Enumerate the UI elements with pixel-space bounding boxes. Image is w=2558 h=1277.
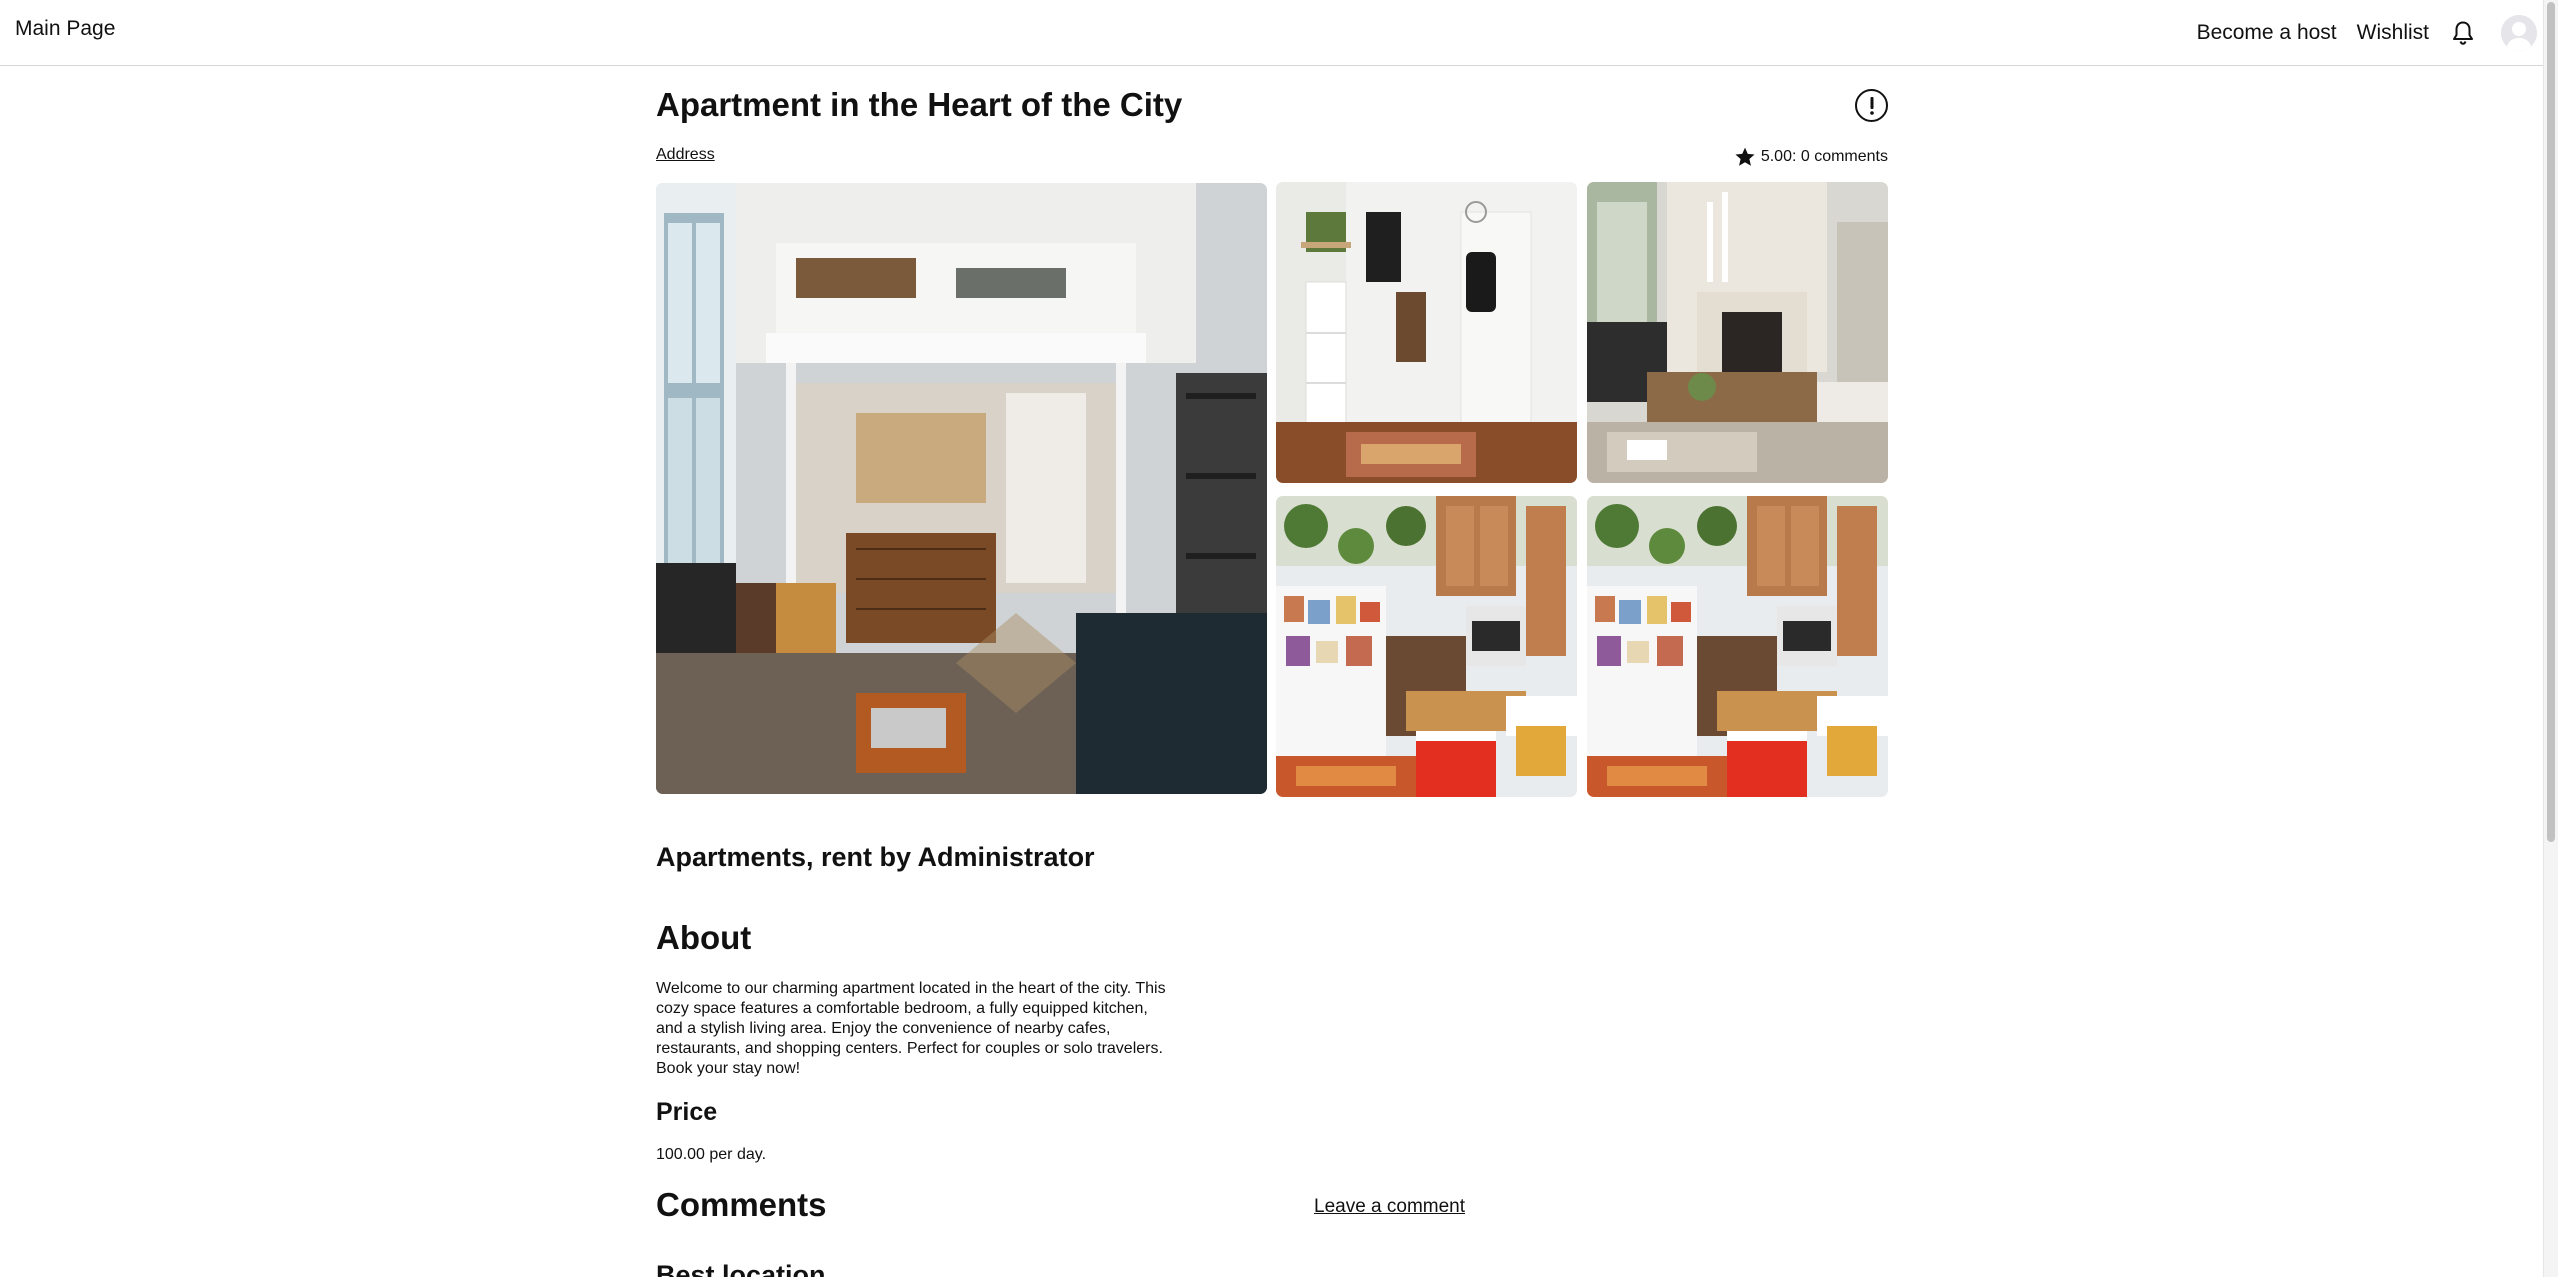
living-room-photo[interactable] xyxy=(1587,182,1888,483)
kitchen-photo[interactable] xyxy=(1276,496,1577,797)
wishlist-link[interactable]: Wishlist xyxy=(2357,21,2429,45)
best-location-heading: Best location xyxy=(656,1260,826,1277)
comments-heading: Comments xyxy=(656,1186,827,1223)
listing-subtitle: Apartments, rent by Administrator xyxy=(656,842,1095,872)
top-navigation-bar: Main Page Become a host Wishlist xyxy=(0,0,2543,66)
scrollbar-thumb[interactable] xyxy=(2547,2,2555,842)
kitchen-photo[interactable] xyxy=(1587,496,1888,797)
about-heading: About xyxy=(656,919,752,956)
bell-icon[interactable] xyxy=(2449,19,2477,47)
rating-text: 5.00: 0 comments xyxy=(1760,148,1888,165)
leave-comment-link[interactable]: Leave a comment xyxy=(1314,1196,1465,1218)
photo-gallery xyxy=(656,182,1888,797)
address-link[interactable]: Address xyxy=(656,146,715,164)
page-scrollbar[interactable] xyxy=(2543,0,2558,1277)
price-heading: Price xyxy=(656,1098,718,1126)
listing-title: Apartment in the Heart of the City xyxy=(656,86,1183,123)
user-avatar-icon[interactable] xyxy=(2501,15,2537,51)
loft-bedroom-photo[interactable] xyxy=(656,183,1267,794)
rating-summary: 5.00: 0 comments xyxy=(1734,146,1888,168)
price-value: 100.00 per day. xyxy=(656,1146,767,1163)
report-alert-icon[interactable] xyxy=(1855,89,1888,122)
about-description: Welcome to our charming apartment locate… xyxy=(656,980,1166,1077)
main-page-link[interactable]: Main Page xyxy=(15,17,115,41)
nav-right-group: Become a host Wishlist xyxy=(2197,0,2543,66)
become-host-link[interactable]: Become a host xyxy=(2197,21,2337,45)
star-icon xyxy=(1735,147,1755,166)
hallway-photo[interactable] xyxy=(1276,182,1577,483)
